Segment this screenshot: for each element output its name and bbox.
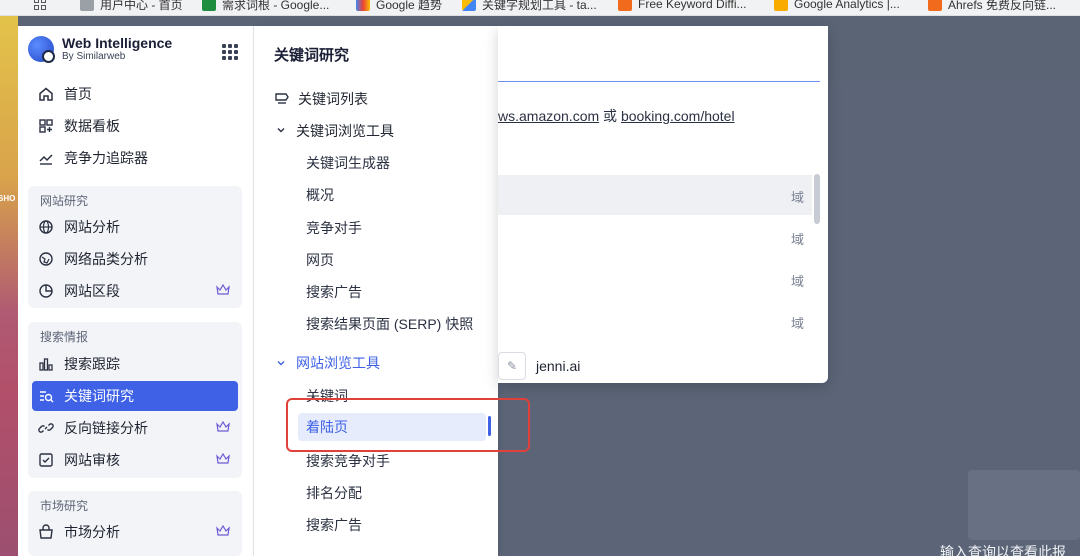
group-label: 网站研究 [40, 194, 89, 208]
bookmark-item[interactable]: 用户中心 - 首页 [80, 0, 183, 14]
search-input[interactable] [498, 26, 820, 82]
sidebar-item-search-tracking[interactable]: 搜索跟踪 [32, 349, 238, 379]
brand-title: Web Intelligence [62, 35, 173, 51]
bookmark-item[interactable]: Google 趋势 [356, 0, 442, 14]
sidebar-item-website-segments[interactable]: 网站区段 [32, 276, 238, 306]
sidebar-item-competitive-tracker[interactable]: 竞争力追踪器 [32, 143, 238, 173]
ahrefs-icon [928, 0, 942, 11]
sidebar-item-market-analysis[interactable]: 市场分析 [32, 517, 238, 547]
bar-chart-icon [38, 356, 54, 372]
group-label: 市场研究 [40, 499, 89, 513]
bookmarks-bar: 用户中心 - 首页 需求词根 - Google... Google 趋势 关键字… [0, 0, 1080, 16]
flyout-item-rank-distribution[interactable]: 排名分配 [306, 483, 362, 503]
keyword-search-icon [38, 388, 54, 404]
flyout-item-competitors[interactable]: 竞争对手 [306, 218, 362, 238]
background-shop-text: SHO [0, 194, 16, 203]
sidebar-item-site-audit[interactable]: 网站审核 [32, 445, 238, 475]
background-hint-text: 输入查询以查看此报 [940, 544, 1066, 556]
dashboard-icon [38, 118, 54, 134]
bookmark-item[interactable]: Ahrefs 免费反向链... [928, 0, 1056, 14]
home-icon [38, 86, 54, 102]
bookmark-item[interactable]: 关键字规划工具 - ta... [462, 0, 597, 14]
chevron-down-icon [276, 125, 288, 138]
recent-search-item[interactable]: ✎ jenni.ai [498, 352, 580, 380]
link-icon [38, 420, 54, 436]
background-strip: SHO [0, 16, 18, 556]
flyout-item-search-ads[interactable]: 搜索广告 [306, 282, 362, 302]
suggestion-option[interactable]: 域 [498, 301, 812, 341]
sidebar-item-dashboard[interactable]: 数据看板 [32, 111, 238, 141]
sidebar-item-category-analysis[interactable]: 网络品类分析 [32, 244, 238, 274]
bookmark-item[interactable]: Google Analytics |... [774, 0, 900, 14]
domain-tag: 域 [790, 232, 804, 247]
domain-tag: 域 [790, 316, 804, 331]
flyout-title: 关键词研究 [274, 47, 350, 64]
audit-icon [38, 452, 54, 468]
chevron-down-icon [276, 355, 288, 371]
annotation-highlight-box [286, 398, 530, 452]
brand[interactable]: Web Intelligence By Similarweb [28, 35, 173, 63]
sidebar-item-home[interactable]: 首页 [32, 79, 238, 109]
domain-tag: 域 [790, 274, 804, 289]
google-ads-icon [462, 0, 476, 11]
google-trends-icon [356, 0, 370, 11]
brand-subtitle: By Similarweb [62, 51, 126, 62]
crown-icon [216, 453, 230, 464]
search-dropdown-card: ws.amazon.com 或 booking.com/hotel 域 域 域 … [498, 26, 828, 383]
group-label: 搜索情报 [40, 330, 89, 344]
flyout-item-webpages[interactable]: 网页 [306, 250, 334, 270]
domain-tag: 域 [790, 190, 804, 205]
crown-icon [216, 284, 230, 295]
flyout-site-browser-toggle[interactable]: 网站浏览工具 [276, 353, 380, 373]
example-link-booking[interactable]: booking.com/hotel [621, 108, 735, 124]
market-icon [38, 524, 54, 540]
sidebar-item-keyword-research[interactable]: 关键词研究 [32, 381, 238, 411]
search-hint: ws.amazon.com 或 booking.com/hotel [498, 108, 735, 124]
flyout-item-site-search-ads[interactable]: 搜索广告 [306, 515, 362, 535]
crown-icon [216, 421, 230, 432]
flyout-keyword-browser-toggle[interactable]: 关键词浏览工具 [276, 121, 394, 141]
suggestion-option[interactable]: 域 [498, 259, 812, 299]
suggestion-option[interactable]: 域 [498, 175, 812, 215]
analytics-icon [774, 0, 788, 11]
flyout-item-keyword-generator[interactable]: 关键词生成器 [306, 153, 390, 173]
flyout-item-search-competitors[interactable]: 搜索竞争对手 [306, 451, 390, 471]
sidebar: Web Intelligence By Similarweb 首页 数据看板 竞… [18, 26, 254, 556]
keyword-research-flyout: 关键词研究 关键词列表 关键词浏览工具 关键词生成器 概况 竞争对手 网页 搜索… [254, 26, 498, 556]
bookmark-item[interactable]: 需求词根 - Google... [202, 0, 329, 14]
pie-icon [38, 283, 54, 299]
globe-icon [38, 219, 54, 235]
similarweb-logo-icon [28, 36, 55, 63]
scrollbar-thumb[interactable] [814, 174, 820, 224]
suggestion-option[interactable]: 域 [498, 217, 812, 257]
flyout-keyword-list[interactable]: 关键词列表 [274, 89, 368, 109]
apps-grid-icon[interactable] [222, 44, 238, 60]
bookmark-item[interactable]: Free Keyword Diffi... [618, 0, 746, 14]
background-thumbnail [968, 470, 1080, 540]
trend-icon [38, 150, 54, 166]
list-icon [274, 91, 290, 108]
flyout-item-overview[interactable]: 概况 [306, 185, 334, 205]
bookmarks-apps-icon[interactable] [34, 0, 46, 14]
ahrefs-icon [618, 0, 632, 11]
crown-icon [216, 525, 230, 536]
globe-category-icon [38, 251, 54, 267]
flyout-item-serp-snapshot[interactable]: 搜索结果页面 (SERP) 快照 [306, 314, 473, 334]
sidebar-item-website-analysis[interactable]: 网站分析 [32, 212, 238, 242]
sheets-icon [202, 0, 216, 11]
edit-pencil-icon[interactable]: ✎ [498, 352, 526, 380]
sidebar-item-backlink-analysis[interactable]: 反向链接分析 [32, 413, 238, 443]
cube-icon [80, 0, 94, 11]
example-link-amazon[interactable]: ws.amazon.com [498, 108, 599, 124]
